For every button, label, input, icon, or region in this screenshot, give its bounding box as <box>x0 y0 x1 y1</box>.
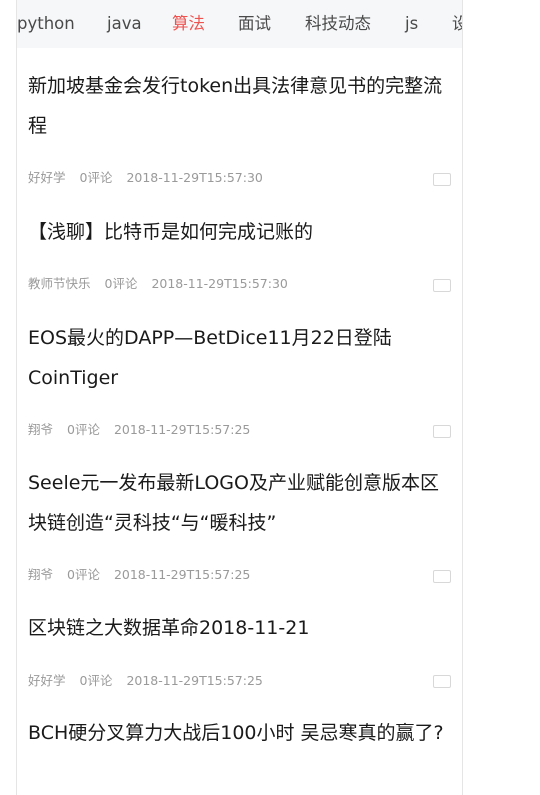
article-title[interactable]: EOS最火的DAPP—BetDice11月22日登陆CoinTiger <box>28 318 448 398</box>
article-author: 好好学 <box>28 673 66 688</box>
article-time: 2018-11-29T15:57:25 <box>113 567 251 582</box>
article-title[interactable]: Seele元一发布最新LOGO及产业赋能创意版本区块链创造“灵科技“与“暖科技” <box>28 463 448 543</box>
app-container: python java 算法 面试 科技动态 js 设 新加坡基金会发行toke… <box>16 0 463 795</box>
tab-js[interactable]: js <box>405 13 418 35</box>
article-author: 好好学 <box>28 170 66 185</box>
article-item[interactable]: EOS最火的DAPP—BetDice11月22日登陆CoinTiger 翔爷 0… <box>17 318 462 448</box>
article-comment-count: 0评论 <box>79 673 113 688</box>
tab-interview[interactable]: 面试 <box>238 13 271 35</box>
article-item[interactable]: 区块链之大数据革命2018-11-21 好好学 0评论 2018-11-29T1… <box>17 608 462 698</box>
tab-java[interactable]: java <box>107 13 142 35</box>
article-item[interactable]: Seele元一发布最新LOGO及产业赋能创意版本区块链创造“灵科技“与“暖科技”… <box>17 463 462 593</box>
article-comment-count: 0评论 <box>104 276 138 291</box>
article-item[interactable]: 【浅聊】比特币是如何完成记账的 教师节快乐 0评论 2018-11-29T15:… <box>17 212 462 302</box>
article-author: 教师节快乐 <box>28 276 91 291</box>
article-meta: 好好学 0评论 2018-11-29T15:57:30 <box>28 170 273 186</box>
tab-design[interactable]: 设 <box>452 13 462 35</box>
category-tabbar: python java 算法 面试 科技动态 js 设 <box>17 0 462 48</box>
article-meta: 翔爷 0评论 2018-11-29T15:57:25 <box>28 567 260 583</box>
article-time: 2018-11-29T15:57:25 <box>126 673 263 688</box>
comment-icon[interactable] <box>433 173 451 186</box>
comment-icon[interactable] <box>433 425 451 438</box>
article-item[interactable]: 新加坡基金会发行token出具法律意见书的完整流程 好好学 0评论 2018-1… <box>17 66 462 196</box>
article-time: 2018-11-29T15:57:30 <box>126 170 263 185</box>
article-comment-count: 0评论 <box>67 422 100 437</box>
comment-icon[interactable] <box>433 279 451 292</box>
article-time: 2018-11-29T15:57:25 <box>113 422 251 437</box>
article-item[interactable]: BCH硬分叉算力大战后100小时 吴忌寒真的赢了? <box>17 713 462 795</box>
article-title[interactable]: 区块链之大数据革命2018-11-21 <box>28 608 448 648</box>
tab-algorithm[interactable]: 算法 <box>172 13 205 35</box>
article-title[interactable]: BCH硬分叉算力大战后100小时 吴忌寒真的赢了? <box>28 713 448 753</box>
article-author: 翔爷 <box>28 567 54 582</box>
article-title[interactable]: 【浅聊】比特币是如何完成记账的 <box>28 212 448 252</box>
article-time: 2018-11-29T15:57:30 <box>151 276 288 291</box>
article-meta: 翔爷 0评论 2018-11-29T15:57:25 <box>28 422 260 438</box>
tab-python[interactable]: python <box>17 13 75 35</box>
tab-tech-news[interactable]: 科技动态 <box>305 13 371 35</box>
article-meta: 好好学 0评论 2018-11-29T15:57:25 <box>28 673 273 689</box>
article-title[interactable]: 新加坡基金会发行token出具法律意见书的完整流程 <box>28 66 448 146</box>
article-author: 翔爷 <box>28 422 54 437</box>
comment-icon[interactable] <box>433 570 451 583</box>
article-comment-count: 0评论 <box>79 170 113 185</box>
article-meta: 教师节快乐 0评论 2018-11-29T15:57:30 <box>28 276 298 292</box>
article-comment-count: 0评论 <box>67 567 100 582</box>
comment-icon[interactable] <box>433 675 451 688</box>
